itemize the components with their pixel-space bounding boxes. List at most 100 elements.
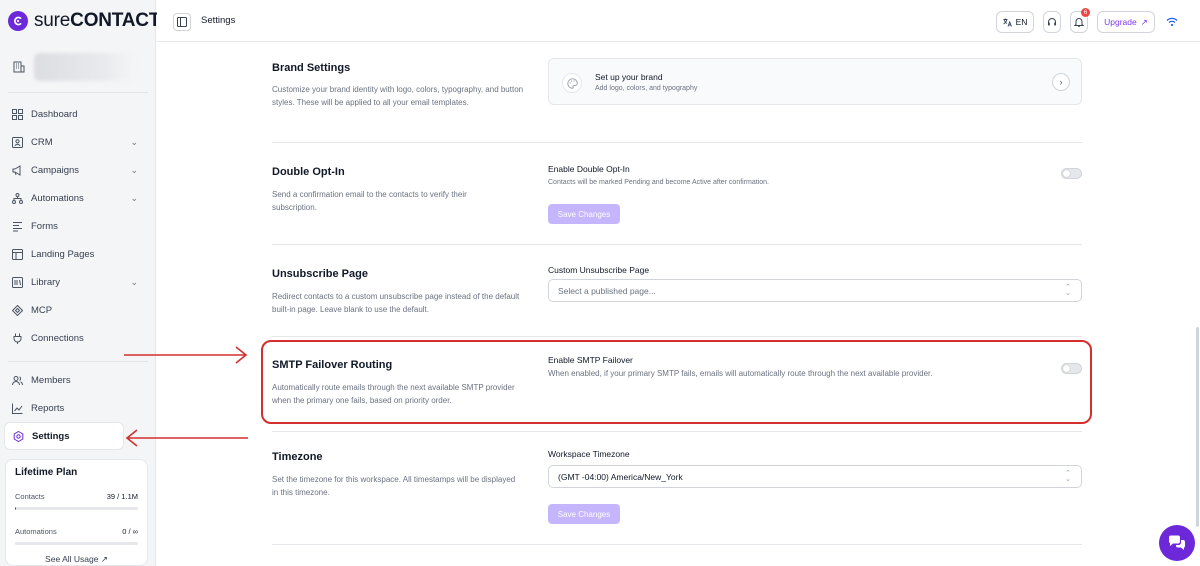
section-divider bbox=[272, 336, 1082, 337]
see-all-usage-label: See All Usage bbox=[45, 554, 99, 564]
sidebar-item-label: Members bbox=[31, 374, 71, 386]
chat-bubbles-icon bbox=[1169, 535, 1185, 550]
bell-icon bbox=[1074, 18, 1084, 27]
brand-card-subtitle: Add logo, colors, and typography bbox=[595, 85, 698, 92]
external-arrow-icon: ↗ bbox=[100, 554, 108, 564]
brand-name: sureCONTACT bbox=[34, 10, 161, 31]
sidebar-item-mcp[interactable]: MCP bbox=[4, 296, 144, 324]
sidebar-item-automations[interactable]: Automations ⌄ bbox=[4, 184, 144, 212]
language-label: EN bbox=[1015, 17, 1028, 27]
double-opt-in-help: Contacts will be marked Pending and beco… bbox=[548, 179, 770, 186]
upgrade-label: Upgrade bbox=[1104, 17, 1137, 27]
sidebar-item-label: Automations bbox=[31, 192, 84, 204]
see-all-usage-link[interactable]: See All Usage ↗ bbox=[15, 554, 138, 565]
sidebar-item-connections[interactable]: Connections bbox=[4, 324, 144, 352]
double-opt-in-title: Double Opt-In bbox=[272, 166, 345, 178]
sidebar-item-label: Settings bbox=[32, 430, 70, 442]
timezone-field-label: Workspace Timezone bbox=[548, 449, 630, 459]
double-opt-in-save-button[interactable]: Save Changes bbox=[548, 204, 620, 224]
contacts-usage-label: Contacts bbox=[15, 492, 45, 501]
support-button[interactable] bbox=[1043, 11, 1061, 33]
sidebar-item-landing-pages[interactable]: Landing Pages bbox=[4, 240, 144, 268]
unsubscribe-page-title: Unsubscribe Page bbox=[272, 268, 368, 280]
library-icon bbox=[11, 276, 23, 288]
palette-icon bbox=[562, 73, 582, 93]
workspace-switcher[interactable] bbox=[8, 50, 148, 84]
unsubscribe-page-select[interactable]: Select a published page... ⌃ ⌄ bbox=[548, 279, 1082, 302]
timezone-save-button[interactable]: Save Changes bbox=[548, 504, 620, 524]
sidebar-item-library[interactable]: Library ⌄ bbox=[4, 268, 144, 296]
unsubscribe-field-label: Custom Unsubscribe Page bbox=[548, 265, 650, 275]
sidebar-item-reports[interactable]: Reports bbox=[4, 394, 144, 422]
sidebar-item-label: Forms bbox=[31, 220, 58, 232]
upgrade-button[interactable]: Upgrade ↗ bbox=[1097, 11, 1155, 33]
sidebar-toggle-icon bbox=[177, 17, 187, 27]
unsubscribe-select-placeholder: Select a published page... bbox=[558, 285, 656, 296]
wifi-icon[interactable] bbox=[1166, 15, 1178, 33]
sidebar-toggle-button[interactable] bbox=[173, 13, 191, 31]
primary-nav: Dashboard CRM ⌄ Campaigns ⌄ Automations … bbox=[4, 100, 144, 352]
sidebar-item-members[interactable]: Members bbox=[4, 366, 144, 394]
plug-icon bbox=[11, 332, 23, 344]
contacts-usage-value: 39 / 1.1M bbox=[106, 492, 138, 501]
select-caret-icon: ⌃ ⌄ bbox=[1065, 284, 1071, 297]
sidebar-item-label: Reports bbox=[31, 402, 65, 414]
sidebar-item-settings[interactable]: Settings bbox=[4, 422, 124, 450]
notifications-button[interactable]: 6 bbox=[1070, 8, 1090, 33]
plan-title: Lifetime Plan bbox=[15, 467, 78, 478]
scrollbar-thumb[interactable] bbox=[1196, 327, 1199, 527]
sidebar-item-campaigns[interactable]: Campaigns ⌄ bbox=[4, 156, 144, 184]
plan-usage-card: Lifetime Plan Contacts 39 / 1.1M Automat… bbox=[5, 459, 148, 566]
building-icon bbox=[13, 61, 25, 73]
language-button[interactable]: EN bbox=[996, 11, 1034, 33]
select-caret-icon: ⌃ ⌄ bbox=[1065, 470, 1071, 483]
contacts-usage-bar bbox=[15, 507, 138, 510]
section-divider bbox=[272, 544, 1082, 545]
section-divider bbox=[272, 142, 1082, 143]
sidebar-item-label: Dashboard bbox=[31, 108, 78, 120]
notification-badge: 6 bbox=[1081, 8, 1090, 17]
chart-icon bbox=[11, 402, 23, 414]
chevron-down-icon: ⌄ bbox=[130, 276, 138, 287]
headset-icon bbox=[1048, 18, 1056, 26]
sidebar-item-label: Connections bbox=[31, 332, 84, 344]
sidebar-item-label: Landing Pages bbox=[31, 248, 95, 260]
sidebar-item-dashboard[interactable]: Dashboard bbox=[4, 100, 144, 128]
caret-down-icon: ⌄ bbox=[1065, 290, 1071, 297]
contact-card-icon bbox=[11, 136, 23, 148]
page-scrollbar[interactable] bbox=[1196, 42, 1200, 566]
surecontact-logo-icon bbox=[8, 11, 28, 31]
timezone-title: Timezone bbox=[272, 451, 323, 463]
chevron-down-icon: ⌄ bbox=[130, 192, 138, 203]
set-up-brand-card[interactable]: Set up your brand Add logo, colors, and … bbox=[548, 58, 1082, 105]
timezone-description: Set the timezone for this workspace. All… bbox=[272, 475, 516, 497]
sidebar-item-crm[interactable]: CRM ⌄ bbox=[4, 128, 144, 156]
sidebar-item-label: Campaigns bbox=[31, 164, 80, 176]
megaphone-icon bbox=[11, 164, 23, 176]
section-divider bbox=[272, 244, 1082, 245]
form-icon bbox=[11, 220, 23, 232]
translate-icon bbox=[1002, 18, 1012, 27]
timezone-select-value: (GMT -04:00) America/New_York bbox=[558, 471, 683, 482]
sidebar-item-forms[interactable]: Forms bbox=[4, 212, 144, 240]
chevron-down-icon: ⌄ bbox=[130, 164, 138, 175]
layout-icon bbox=[11, 248, 23, 260]
app-logo[interactable]: sureCONTACT bbox=[8, 10, 160, 32]
chevron-right-icon[interactable]: › bbox=[1052, 73, 1070, 91]
smtp-failover-highlight-box bbox=[261, 340, 1092, 424]
timezone-select[interactable]: (GMT -04:00) America/New_York ⌃ ⌄ bbox=[548, 465, 1082, 488]
users-icon bbox=[11, 374, 23, 386]
brand-settings-title: Brand Settings bbox=[272, 62, 351, 74]
contacts-usage-row: Contacts 39 / 1.1M bbox=[15, 492, 138, 501]
workspace-name-redacted bbox=[34, 53, 134, 81]
sidebar: sureCONTACT Dashboard CRM ⌄ Campaigns ⌄ … bbox=[0, 0, 160, 566]
chat-support-button[interactable] bbox=[1159, 525, 1195, 561]
unsubscribe-page-description: Redirect contacts to a custom unsubscrib… bbox=[272, 292, 520, 314]
sidebar-item-label: CRM bbox=[31, 136, 53, 148]
section-divider bbox=[272, 431, 1082, 432]
automations-usage-bar bbox=[15, 542, 138, 545]
double-opt-in-toggle[interactable] bbox=[1061, 168, 1082, 179]
brand-settings-description: Customize your brand identity with logo,… bbox=[272, 85, 524, 107]
sidebar-item-label: Library bbox=[31, 276, 61, 288]
caret-down-icon: ⌄ bbox=[1065, 476, 1071, 483]
